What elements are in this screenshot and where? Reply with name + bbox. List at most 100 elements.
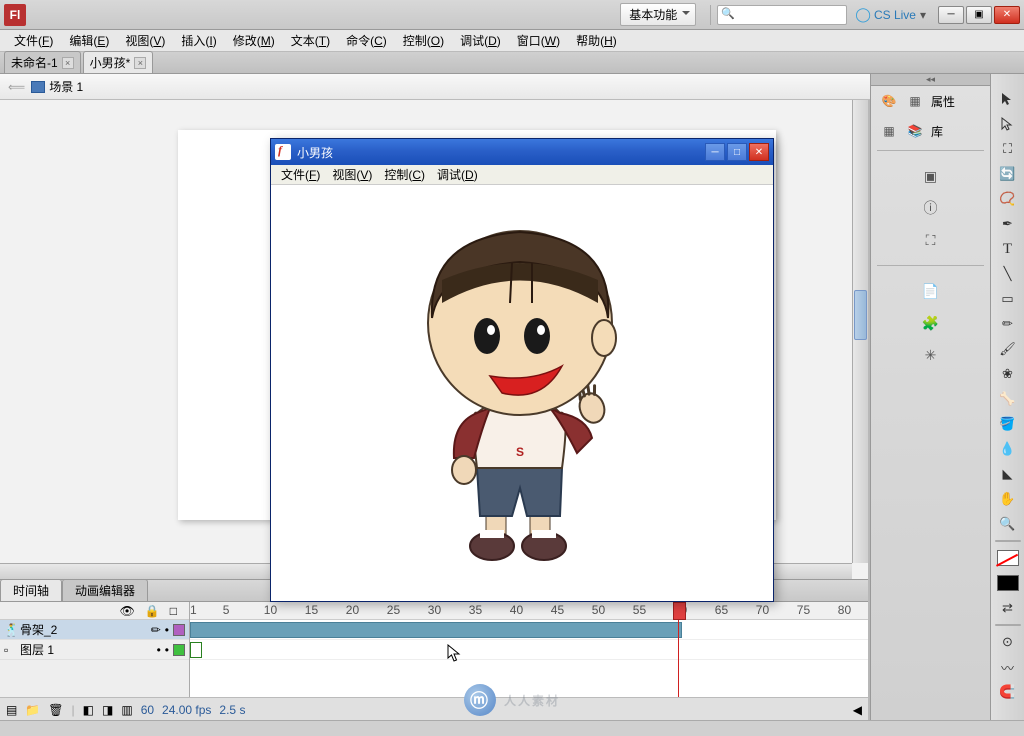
menu-t[interactable]: 文本(T) — [283, 29, 338, 52]
delete-layer-icon[interactable]: 🗑 — [48, 703, 63, 717]
deco-tool[interactable]: ❀ — [996, 363, 1020, 385]
right-dock: ◂◂ 🎨▦属性 ▦📚库 ▣ ⓘ ⛶ 📄 🧩 ✳ — [870, 74, 990, 720]
close-tab-icon[interactable]: × — [134, 57, 146, 69]
dock-collapse[interactable]: ◂◂ — [871, 74, 990, 86]
swap-colors-icon[interactable]: ⇄ — [996, 597, 1020, 619]
frame-rate: 24.00 fps — [162, 703, 211, 717]
menu-v[interactable]: 视图(V) — [117, 29, 173, 52]
line-tool[interactable]: ╲ — [996, 263, 1020, 285]
svg-text:S: S — [516, 445, 524, 459]
brush-tool[interactable]: 🖌 — [996, 338, 1020, 360]
layer-frames-row[interactable] — [190, 620, 868, 640]
smooth-icon[interactable]: 〰 — [996, 656, 1020, 678]
snap-icon[interactable]: ⊙ — [996, 631, 1020, 653]
selection-tool[interactable] — [996, 88, 1020, 110]
document-tabs: 未命名-1×小男孩*× — [0, 52, 1024, 74]
app-logo: Fl — [4, 4, 26, 26]
player-canvas: S — [271, 185, 773, 601]
components-icon[interactable]: 🧩 — [919, 312, 943, 334]
layer-row[interactable]: 🕺骨架_2✏• — [0, 620, 189, 640]
status-bar — [0, 720, 1024, 736]
player-maximize-button[interactable]: □ — [727, 143, 747, 161]
close-button[interactable]: ✕ — [994, 6, 1020, 24]
close-tab-icon[interactable]: × — [62, 57, 74, 69]
player-menu-item[interactable]: 调试(D) — [431, 164, 484, 185]
onion-skin-icon[interactable]: ◧ — [83, 703, 94, 717]
paint-icon: 🎨 — [879, 92, 899, 110]
player-menu-item[interactable]: 视图(V) — [326, 164, 378, 185]
pen-tool[interactable]: ✒ — [996, 213, 1020, 235]
stage-scroll-vertical[interactable] — [852, 100, 868, 563]
hand-tool[interactable]: ✋ — [996, 488, 1020, 510]
timeline-tab[interactable]: 时间轴 — [0, 579, 62, 601]
menu-o[interactable]: 控制(O) — [395, 29, 452, 52]
properties-panel-button[interactable]: 🎨▦属性 — [871, 86, 990, 116]
player-titlebar[interactable]: 小男孩 ─ □ ✕ — [271, 139, 773, 165]
swf-player-window[interactable]: 小男孩 ─ □ ✕ 文件(F)视图(V)控制(C)调试(D) — [270, 138, 774, 602]
onion-outline-icon[interactable]: ◨ — [102, 703, 113, 717]
menu-i[interactable]: 插入(I) — [173, 29, 224, 52]
new-folder-icon[interactable]: 📁 — [25, 703, 40, 717]
toolbox: ⛶ 🔄 📿 ✒ T ╲ ▭ ✏ 🖌 ❀ 🦴 🪣 💧 ◣ ✋ 🔍 ⇄ ⊙ 〰 🧲 — [990, 74, 1024, 720]
search-input[interactable] — [717, 5, 847, 25]
text-tool[interactable]: T — [996, 238, 1020, 260]
menu-e[interactable]: 编辑(E) — [61, 29, 117, 52]
rectangle-tool[interactable]: ▭ — [996, 288, 1020, 310]
code-snippets-icon[interactable]: 📄 — [919, 280, 943, 302]
boy-character: S — [382, 208, 662, 578]
motion-presets-icon[interactable]: ✳ — [919, 344, 943, 366]
library-panel-button[interactable]: ▦📚库 — [871, 116, 990, 146]
info-icon[interactable]: ⓘ — [919, 197, 943, 219]
menu-h[interactable]: 帮助(H) — [568, 29, 625, 52]
player-minimize-button[interactable]: ─ — [705, 143, 725, 161]
back-icon[interactable]: ⟸ — [8, 80, 25, 94]
timeline-tab[interactable]: 动画编辑器 — [62, 579, 148, 601]
zoom-tool[interactable]: 🔍 — [996, 513, 1020, 535]
3d-rotation-tool[interactable]: 🔄 — [996, 163, 1020, 185]
eyedropper-tool[interactable]: 💧 — [996, 438, 1020, 460]
new-layer-icon[interactable]: ▤ — [6, 703, 17, 717]
player-menu-item[interactable]: 控制(C) — [378, 164, 431, 185]
maximize-button[interactable]: ▣ — [966, 6, 992, 24]
align-icon[interactable]: ▣ — [919, 165, 943, 187]
eraser-tool[interactable]: ◣ — [996, 463, 1020, 485]
player-close-button[interactable]: ✕ — [749, 143, 769, 161]
stroke-color[interactable] — [996, 547, 1020, 569]
playhead[interactable] — [678, 602, 679, 697]
minimize-button[interactable]: ─ — [938, 6, 964, 24]
menu-f[interactable]: 文件(F) — [6, 29, 61, 52]
subselection-tool[interactable] — [996, 113, 1020, 135]
elapsed-time: 2.5 s — [219, 703, 245, 717]
scene-label: 场景 1 — [49, 78, 83, 95]
current-frame: 60 — [141, 703, 154, 717]
bone-tool[interactable]: 🦴 — [996, 388, 1020, 410]
player-title: 小男孩 — [297, 144, 333, 161]
frame-area[interactable]: 15101520253035404550556065707580 — [190, 602, 868, 697]
main-menubar: 文件(F)编辑(E)视图(V)插入(I)修改(M)文本(T)命令(C)控制(O)… — [0, 30, 1024, 52]
flash-player-icon — [275, 144, 291, 160]
timeline-footer: ▤ 📁 🗑 | ◧ ◨ ▥ 60 24.00 fps 2.5 s ◀ — [0, 697, 868, 721]
fill-color[interactable] — [996, 572, 1020, 594]
menu-w[interactable]: 窗口(W) — [509, 29, 568, 52]
lasso-tool[interactable]: 📿 — [996, 188, 1020, 210]
grid-icon: ▦ — [879, 122, 899, 140]
layer-frames-row[interactable] — [190, 640, 868, 660]
layer-list: 👁🔒□ 🕺骨架_2✏•▫图层 1•• — [0, 602, 190, 697]
player-menu-item[interactable]: 文件(F) — [275, 164, 326, 185]
edit-multi-icon[interactable]: ▥ — [121, 703, 132, 717]
layer-row[interactable]: ▫图层 1•• — [0, 640, 189, 660]
doc-tab[interactable]: 未命名-1× — [4, 51, 81, 73]
cslive-button[interactable]: CS Live▾ — [855, 6, 926, 23]
doc-tab[interactable]: 小男孩*× — [83, 51, 154, 73]
free-transform-tool[interactable]: ⛶ — [996, 138, 1020, 160]
app-titlebar: Fl 基本功能 CS Live▾ ─ ▣ ✕ — [0, 0, 1024, 30]
transform-icon[interactable]: ⛶ — [919, 229, 943, 251]
magnet-icon[interactable]: 🧲 — [996, 681, 1020, 703]
player-menubar: 文件(F)视图(V)控制(C)调试(D) — [271, 165, 773, 185]
menu-c[interactable]: 命令(C) — [338, 29, 395, 52]
menu-d[interactable]: 调试(D) — [452, 29, 509, 52]
paint-bucket-tool[interactable]: 🪣 — [996, 413, 1020, 435]
menu-m[interactable]: 修改(M) — [225, 29, 283, 52]
workspace-dropdown[interactable]: 基本功能 — [620, 3, 696, 26]
pencil-tool[interactable]: ✏ — [996, 313, 1020, 335]
